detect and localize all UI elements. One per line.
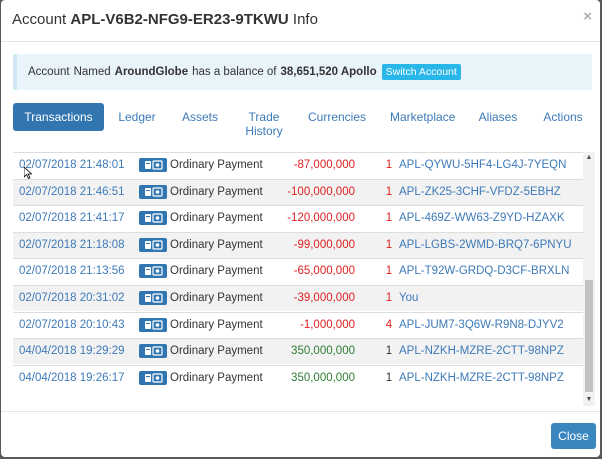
transaction-amount: -39,000,000 xyxy=(293,292,355,304)
payment-icon[interactable] xyxy=(139,211,167,226)
tab-trade-history-line1: Trade xyxy=(248,110,280,124)
transaction-type: Ordinary Payment xyxy=(170,185,263,198)
transaction-confirmations: 1 xyxy=(385,212,393,225)
footer-divider xyxy=(1,411,600,412)
transaction-type: Ordinary Payment xyxy=(170,238,263,251)
transaction-account-link[interactable]: APL-NZKH-MZRE-2CTT-98NPZ xyxy=(399,345,564,357)
close-button[interactable]: Close xyxy=(551,423,596,449)
transaction-type: Ordinary Payment xyxy=(170,371,263,384)
transaction-date-link[interactable]: 02/07/2018 21:41:17 xyxy=(19,212,125,224)
scroll-up-icon[interactable]: ▲ xyxy=(583,152,595,164)
scrollbar-thumb[interactable] xyxy=(585,280,593,392)
transaction-confirmations: 1 xyxy=(385,238,393,251)
table-row: 02/07/2018 20:10:43 Ordinary Payment -1,00… xyxy=(13,311,583,338)
transaction-type: Ordinary Payment xyxy=(170,345,263,358)
table-row: 02/07/2018 21:46:51 Ordinary Payment -100,… xyxy=(13,178,583,205)
switch-account-button[interactable]: Switch Account xyxy=(381,64,461,80)
payment-icon[interactable] xyxy=(139,317,167,332)
transactions-table[interactable]: 02/07/2018 21:48:01 Ordinary Payment -87,0… xyxy=(13,152,596,405)
transaction-account-link[interactable]: APL-QYWU-5HF4-LG4J-7YEQN xyxy=(399,159,566,171)
scroll-down-icon[interactable]: ▼ xyxy=(583,394,595,406)
payment-icon[interactable] xyxy=(139,184,167,199)
transaction-account-link[interactable]: APL-ZK25-3CHF-VFDZ-5EBHZ xyxy=(399,186,561,198)
transaction-confirmations: 1 xyxy=(385,371,393,384)
payment-icon[interactable] xyxy=(139,237,167,252)
mouse-cursor-icon xyxy=(24,167,32,179)
transaction-confirmations: 1 xyxy=(385,159,393,171)
transaction-confirmations: 1 xyxy=(385,265,393,278)
account-id: APL-V6B2-NFG9-ER23-9TKWU xyxy=(70,11,289,28)
transaction-account-link[interactable]: APL-NZKH-MZRE-2CTT-98NPZ xyxy=(399,372,564,384)
table-row: 02/07/2018 21:48:01 Ordinary Payment -87,0… xyxy=(13,152,583,178)
balance-alert: Account Named AroundGlobe has a balance … xyxy=(13,54,592,90)
transaction-type: Ordinary Payment xyxy=(170,318,263,331)
close-icon[interactable]: × xyxy=(583,9,592,24)
transaction-date-link[interactable]: 02/07/2018 21:46:51 xyxy=(19,186,125,198)
modal-header: Account APL-V6B2-NFG9-ER23-9TKWU Info × xyxy=(1,0,600,42)
transaction-confirmations: 1 xyxy=(385,185,393,198)
transaction-amount: 350,000,000 xyxy=(291,371,355,384)
transaction-amount: 350,000,000 xyxy=(291,345,355,358)
transaction-amount: -100,000,000 xyxy=(287,185,355,198)
alert-named: Named xyxy=(73,66,111,78)
table-row: 04/04/2018 19:29:29 Ordinary Payment 350,0… xyxy=(13,338,583,365)
transaction-date-link[interactable]: 02/07/2018 21:48:01 xyxy=(19,159,125,171)
transaction-amount: -120,000,000 xyxy=(287,212,355,225)
transaction-account-link[interactable]: APL-469Z-WW63-Z9YD-HZAXK xyxy=(399,212,565,224)
transaction-amount: -87,000,000 xyxy=(293,159,355,171)
transaction-date-link[interactable]: 02/07/2018 21:13:56 xyxy=(19,265,125,277)
title-prefix: Account xyxy=(12,11,67,28)
tab-aliases[interactable]: Aliases xyxy=(478,103,518,124)
transaction-type: Ordinary Payment xyxy=(170,265,263,278)
transaction-type: Ordinary Payment xyxy=(170,159,263,171)
transaction-date-link[interactable]: 04/04/2018 19:29:29 xyxy=(19,345,125,357)
transaction-account-link[interactable]: APL-JUM7-3Q6W-R9N8-DJYV2 xyxy=(399,319,564,331)
transaction-account-link[interactable]: APL-T92W-GRDQ-D3CF-BRXLN xyxy=(399,265,569,277)
table-row: 02/07/2018 21:13:56 Ordinary Payment -65,0… xyxy=(13,258,583,284)
payment-icon[interactable] xyxy=(139,370,167,385)
alert-prefix: Account xyxy=(28,66,70,78)
transaction-account-link[interactable]: APL-LGBS-2WMD-BRQ7-6PNYU xyxy=(399,239,572,251)
account-info-modal: Account APL-V6B2-NFG9-ER23-9TKWU Info × … xyxy=(1,0,600,457)
tab-marketplace[interactable]: Marketplace xyxy=(390,103,455,124)
transaction-date-link[interactable]: 04/04/2018 19:26:17 xyxy=(19,372,125,384)
payment-icon[interactable] xyxy=(139,158,167,172)
tab-trade-history-line2: History xyxy=(245,124,283,138)
transaction-date-link[interactable]: 02/07/2018 20:31:02 xyxy=(19,292,125,304)
transaction-confirmations: 4 xyxy=(385,318,393,331)
tab-actions[interactable]: Actions xyxy=(543,103,583,124)
account-balance: 38,651,520 Apollo xyxy=(280,66,377,78)
transaction-amount: -65,000,000 xyxy=(293,265,355,278)
transaction-amount: -1,000,000 xyxy=(300,318,355,331)
tab-bar: Transactions Ledger Assets Trade History… xyxy=(13,103,593,143)
tab-assets[interactable]: Assets xyxy=(180,103,220,124)
transaction-date-link[interactable]: 02/07/2018 21:18:08 xyxy=(19,239,125,251)
table-scrollbar[interactable]: ▲ ▼ xyxy=(583,152,595,406)
transaction-confirmations: 1 xyxy=(385,292,393,304)
table-row: 02/07/2018 21:41:17 Ordinary Payment -120,… xyxy=(13,205,583,231)
transaction-confirmations: 1 xyxy=(385,345,393,358)
table-row: 02/07/2018 21:18:08 Ordinary Payment -99,0… xyxy=(13,231,583,258)
payment-icon[interactable] xyxy=(139,291,167,305)
transaction-amount: -99,000,000 xyxy=(293,238,355,251)
transaction-account-link[interactable]: You xyxy=(399,292,418,304)
account-name: AroundGlobe xyxy=(114,66,189,78)
payment-icon[interactable] xyxy=(139,264,167,279)
transaction-type: Ordinary Payment xyxy=(170,292,263,304)
tab-transactions[interactable]: Transactions xyxy=(13,103,104,131)
table-row: 02/07/2018 20:31:02 Ordinary Payment -39,0… xyxy=(13,285,583,311)
tab-currencies[interactable]: Currencies xyxy=(307,103,367,124)
alert-balance-text: has a balance of xyxy=(192,66,277,78)
table-row: 04/04/2018 19:26:17 Ordinary Payment 350,0… xyxy=(13,364,583,391)
title-suffix: Info xyxy=(292,11,318,28)
tab-ledger[interactable]: Ledger xyxy=(117,103,157,124)
modal-title: Account APL-V6B2-NFG9-ER23-9TKWU Info xyxy=(12,11,318,28)
tab-trade-history[interactable]: Trade History xyxy=(241,103,287,138)
transaction-date-link[interactable]: 02/07/2018 20:10:43 xyxy=(19,319,125,331)
transaction-type: Ordinary Payment xyxy=(170,212,263,225)
payment-icon[interactable] xyxy=(139,344,167,359)
